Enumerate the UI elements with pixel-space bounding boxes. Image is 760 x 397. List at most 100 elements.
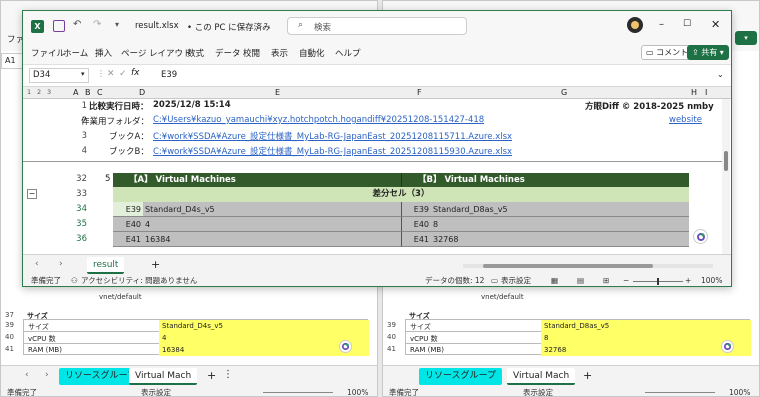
zoom-out-icon[interactable]: − xyxy=(623,274,629,286)
diff-addr-a-3[interactable]: E41 xyxy=(113,232,143,247)
menu-page-layout[interactable]: ページ レイアウト xyxy=(121,47,192,59)
bg-left-value-41[interactable]: 16384 xyxy=(162,346,184,354)
col-header-g[interactable]: G xyxy=(561,88,567,97)
col-header-b[interactable]: B xyxy=(85,88,91,97)
menu-help[interactable]: ヘルプ xyxy=(335,47,361,59)
save-state[interactable]: • この PC に保存済み xyxy=(187,21,271,33)
vertical-scroll-thumb[interactable] xyxy=(724,151,728,171)
diff-addr-b-3[interactable]: E41 xyxy=(401,232,431,247)
name-box[interactable]: D34 xyxy=(29,68,89,83)
diff-val-b-2[interactable]: 8 xyxy=(431,217,689,232)
status-accessibility[interactable]: アクセシビリティ: 問題ありません xyxy=(81,274,197,286)
menu-file[interactable]: ファイル xyxy=(31,47,65,59)
tab-virtual-machines-left[interactable]: Virtual Mach xyxy=(129,368,198,385)
diff-addr-a-2[interactable]: E40 xyxy=(113,217,143,232)
name-box-left[interactable]: A1 xyxy=(1,53,23,69)
outline-level-3[interactable]: 3 xyxy=(47,88,51,96)
diff-addr-a-1[interactable]: E39 xyxy=(113,202,143,217)
diff-val-a-3[interactable]: 16384 xyxy=(143,232,401,247)
menu-insert[interactable]: 挿入 xyxy=(95,47,112,59)
share-button[interactable]: ⇪ 共有 ▾ xyxy=(687,45,729,60)
qat-more-icon[interactable]: ▾ xyxy=(115,20,119,29)
tab-virtual-machines-right[interactable]: Virtual Mach xyxy=(507,368,576,385)
comment-button[interactable]: ▭ コメント xyxy=(641,45,694,60)
col-header-c[interactable]: C xyxy=(97,88,103,97)
row-number-34[interactable]: 34 xyxy=(23,204,91,214)
tab-add-icon[interactable]: + xyxy=(207,369,216,382)
diff-val-a-1[interactable]: Standard_D4s_v5 xyxy=(143,202,401,217)
website-link[interactable]: website xyxy=(669,115,702,125)
zoom-in-icon[interactable]: + xyxy=(685,274,691,286)
bg-left-value-40[interactable]: 4 xyxy=(162,334,166,342)
zoom-slider-left[interactable] xyxy=(263,392,333,393)
redo-icon[interactable]: ↷ xyxy=(93,19,101,30)
vertical-scrollbar[interactable] xyxy=(722,99,730,254)
col-header-h[interactable]: H xyxy=(691,88,697,97)
diff-val-b-1[interactable]: Standard_D8as_v5 xyxy=(431,202,689,217)
maximize-icon[interactable]: ☐ xyxy=(683,19,691,29)
zoom-slider[interactable] xyxy=(633,278,683,285)
horizontal-scroll-thumb[interactable] xyxy=(483,264,653,268)
zoom-slider-right[interactable] xyxy=(645,392,715,393)
loop-icon-left[interactable] xyxy=(339,340,352,353)
row-number-32[interactable]: 32 xyxy=(23,174,91,184)
main-tab-add-icon[interactable]: + xyxy=(151,258,160,271)
row-number-36[interactable]: 36 xyxy=(23,234,91,244)
close-icon[interactable]: ✕ xyxy=(711,18,720,31)
normal-view-icon[interactable]: ▦ xyxy=(551,274,558,286)
diff-val-a-2[interactable]: 4 xyxy=(143,217,401,232)
insert-function-icon[interactable]: fx xyxy=(131,68,140,78)
row-number-1[interactable]: 1 xyxy=(23,101,91,111)
formula-content[interactable]: E39 xyxy=(161,70,177,80)
zoom-level[interactable]: 100% xyxy=(701,274,722,286)
main-tab-next-icon[interactable]: › xyxy=(59,259,63,269)
minimize-icon[interactable]: – xyxy=(659,19,664,30)
accessibility-icon[interactable]: ⚇ xyxy=(71,274,78,286)
book-b-link[interactable]: C:¥work¥SSDA¥Azure_設定仕様書_MyLab-RG-JapanE… xyxy=(153,145,512,157)
page-layout-icon[interactable]: ▤ xyxy=(577,274,584,286)
row-number-33[interactable]: 33 xyxy=(23,189,91,199)
enter-icon[interactable]: ✓ xyxy=(119,69,127,79)
search-box[interactable]: ⌕ 検索 xyxy=(287,17,467,35)
diff-addr-b-2[interactable]: E40 xyxy=(401,217,431,232)
tab-result[interactable]: result xyxy=(87,257,125,274)
cell-vnet-left[interactable]: vnet/default xyxy=(99,293,142,301)
formula-menu-icon[interactable]: ⋮ xyxy=(97,69,105,78)
main-tab-prev-icon[interactable]: ‹ xyxy=(35,259,39,269)
diff-addr-b-1[interactable]: E39 xyxy=(401,202,431,217)
bg-right-value-40[interactable]: 8 xyxy=(544,334,548,342)
row-number-3[interactable]: 3 xyxy=(23,131,91,141)
work-folder-link[interactable]: C:¥Users¥kazuo_yamauchi¥xyz.hotchpotch.h… xyxy=(153,115,484,125)
bg-left-value-39[interactable]: Standard_D4s_v5 xyxy=(162,322,223,330)
tab-resource-group-right[interactable]: リソースグループ xyxy=(419,368,503,385)
col-header-i[interactable]: I xyxy=(705,88,707,97)
outline-level-2[interactable]: 2 xyxy=(37,88,41,96)
zoom-right[interactable]: 100% xyxy=(729,387,750,396)
row-number-35[interactable]: 35 xyxy=(23,219,91,229)
share-button-right[interactable]: ▾ xyxy=(735,31,757,45)
book-a-link[interactable]: C:¥work¥SSDA¥Azure_設定仕様書_MyLab-RG-JapanE… xyxy=(153,130,512,142)
outline-level-1[interactable]: 1 xyxy=(27,88,31,96)
col-header-e[interactable]: E xyxy=(275,88,280,97)
menu-home[interactable]: ホーム xyxy=(63,47,88,59)
name-box-dropdown-icon[interactable]: ▾ xyxy=(81,70,85,78)
avatar[interactable] xyxy=(627,17,643,33)
display-settings-icon[interactable]: ▭ xyxy=(491,274,498,286)
tab-prev-icon[interactable]: ‹ xyxy=(25,370,29,380)
col-header-a[interactable]: A xyxy=(73,88,78,97)
horizontal-scrollbar[interactable] xyxy=(463,264,713,268)
tab-next-icon[interactable]: › xyxy=(45,370,49,380)
expand-formula-icon[interactable]: ⌄ xyxy=(717,70,724,79)
loop-icon-main[interactable] xyxy=(693,229,708,244)
cell-vnet-right[interactable]: vnet/default xyxy=(481,293,524,301)
bg-right-value-39[interactable]: Standard_D8as_v5 xyxy=(544,322,609,330)
tab-menu-icon[interactable]: ⋮ xyxy=(223,369,233,380)
menu-review[interactable]: 校閲 xyxy=(243,47,260,59)
loop-icon-right[interactable] xyxy=(721,340,734,353)
diff-val-b-3[interactable]: 32768 xyxy=(431,232,689,247)
row-number-4[interactable]: 4 xyxy=(23,146,91,156)
status-display-settings[interactable]: 表示設定 xyxy=(501,274,531,286)
menu-formulas[interactable]: 数式 xyxy=(187,47,204,59)
cancel-icon[interactable]: ✕ xyxy=(107,69,115,79)
menu-data[interactable]: データ xyxy=(215,47,241,59)
